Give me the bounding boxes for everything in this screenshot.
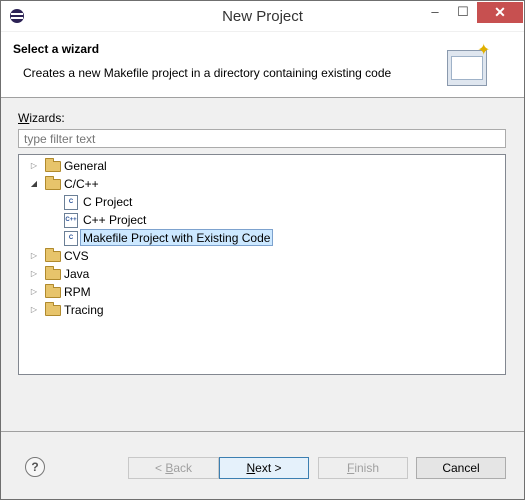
tree-item-cpp-project[interactable]: C++ C++ Project bbox=[19, 211, 505, 229]
folder-icon bbox=[45, 266, 61, 280]
wizards-label: Wizards: bbox=[18, 111, 65, 125]
new-wizard-banner-icon: ✦ bbox=[447, 42, 490, 88]
folder-icon bbox=[45, 284, 61, 298]
makefile-project-icon: C bbox=[64, 231, 78, 246]
c-project-icon: C bbox=[64, 195, 78, 210]
new-project-dialog: New Project – ☐ ✕ Select a wizard Create… bbox=[0, 0, 525, 500]
close-button[interactable]: ✕ bbox=[477, 2, 523, 23]
wizard-tree[interactable]: ▷ General ◢ C/C++ C C Project C++ C++ Pr… bbox=[18, 154, 506, 375]
cancel-button[interactable]: Cancel bbox=[416, 457, 506, 479]
window-title: New Project bbox=[222, 8, 303, 25]
expand-arrow-icon[interactable]: ▷ bbox=[29, 247, 39, 265]
tree-item-general[interactable]: ▷ General bbox=[19, 157, 505, 175]
tree-item-makefile-project[interactable]: C Makefile Project with Existing Code bbox=[19, 229, 505, 247]
expand-arrow-icon[interactable]: ▷ bbox=[29, 157, 39, 175]
collapse-arrow-icon[interactable]: ◢ bbox=[29, 175, 39, 193]
header-title: Select a wizard bbox=[13, 42, 100, 56]
expand-arrow-icon[interactable]: ▷ bbox=[29, 283, 39, 301]
folder-icon bbox=[45, 248, 61, 262]
footer-divider bbox=[1, 431, 524, 432]
tree-item-cpp[interactable]: ◢ C/C++ bbox=[19, 175, 505, 193]
folder-icon bbox=[45, 176, 61, 190]
cpp-project-icon: C++ bbox=[64, 213, 78, 228]
header-description: Creates a new Makefile project in a dire… bbox=[23, 66, 392, 80]
back-button[interactable]: < Back bbox=[128, 457, 219, 479]
tree-item-c-project[interactable]: C C Project bbox=[19, 193, 505, 211]
tree-item-tracing[interactable]: ▷ Tracing bbox=[19, 301, 505, 319]
expand-arrow-icon[interactable]: ▷ bbox=[29, 301, 39, 319]
title-bar: New Project – ☐ ✕ bbox=[1, 1, 524, 31]
wizard-header: Select a wizard Creates a new Makefile p… bbox=[1, 32, 524, 98]
folder-icon bbox=[45, 302, 61, 316]
next-button[interactable]: Next > bbox=[219, 457, 309, 479]
minimize-button[interactable]: – bbox=[429, 2, 441, 22]
finish-button[interactable]: Finish bbox=[318, 457, 408, 479]
tree-item-rpm[interactable]: ▷ RPM bbox=[19, 283, 505, 301]
maximize-button[interactable]: ☐ bbox=[457, 2, 469, 22]
expand-arrow-icon[interactable]: ▷ bbox=[29, 265, 39, 283]
folder-icon bbox=[45, 158, 61, 172]
tree-item-java[interactable]: ▷ Java bbox=[19, 265, 505, 283]
help-icon[interactable]: ? bbox=[25, 457, 45, 477]
filter-input[interactable] bbox=[18, 129, 506, 148]
tree-item-cvs[interactable]: ▷ CVS bbox=[19, 247, 505, 265]
